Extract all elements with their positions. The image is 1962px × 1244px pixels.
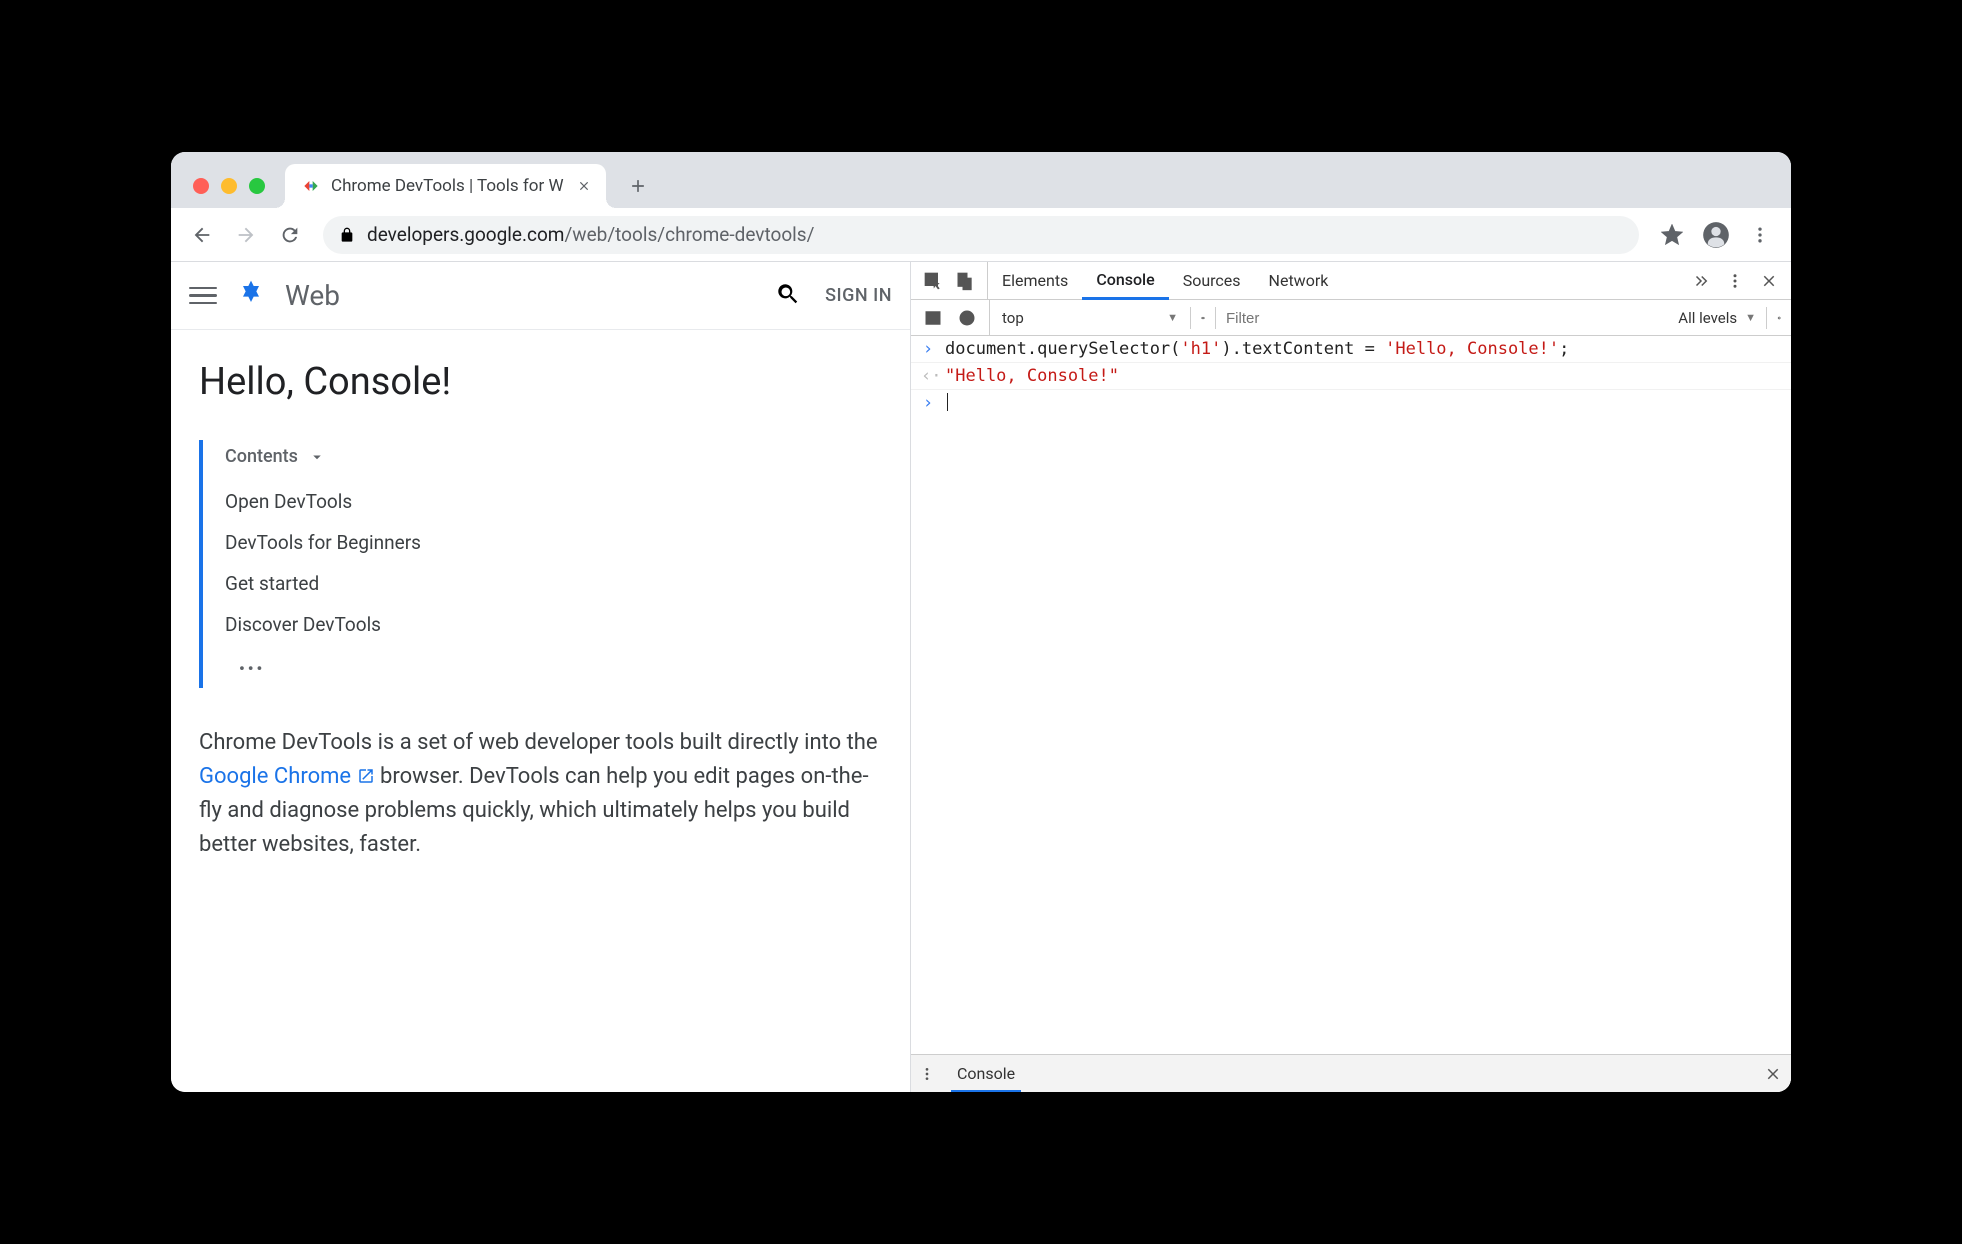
devtools-panel: Elements Console Sources Network xyxy=(911,262,1791,1092)
device-toolbar-button[interactable] xyxy=(953,269,977,293)
drawer-close-button[interactable] xyxy=(1755,1065,1791,1083)
sign-in-link[interactable]: SIGN IN xyxy=(825,285,892,306)
site-logo-icon[interactable] xyxy=(235,278,267,314)
browser-window: Chrome DevTools | Tools for W developers… xyxy=(171,152,1791,1092)
devtools-inspect-group xyxy=(911,262,988,299)
devtools-tab-bar: Elements Console Sources Network xyxy=(911,262,1791,300)
maximize-window-button[interactable] xyxy=(249,178,265,194)
context-value: top xyxy=(1002,309,1024,327)
console-toolbar: top ▼ All levels ▼ xyxy=(911,300,1791,336)
browser-tab[interactable]: Chrome DevTools | Tools for W xyxy=(285,164,606,208)
chevron-down-icon xyxy=(308,448,326,466)
live-expression-button[interactable] xyxy=(1191,306,1215,330)
console-input-line: › document.querySelector('h1').textConte… xyxy=(911,336,1791,363)
chevron-down-icon: ▼ xyxy=(1167,311,1178,324)
reload-button[interactable] xyxy=(271,216,309,254)
input-marker-icon: › xyxy=(921,339,935,359)
browser-menu-button[interactable] xyxy=(1741,216,1779,254)
devtools-menu-button[interactable] xyxy=(1721,267,1749,295)
tab-elements[interactable]: Elements xyxy=(988,262,1082,299)
hamburger-menu-button[interactable] xyxy=(189,282,217,310)
toc-item[interactable]: Open DevTools xyxy=(225,481,882,522)
tab-title: Chrome DevTools | Tools for W xyxy=(331,176,564,196)
tab-close-button[interactable] xyxy=(574,176,594,196)
chevron-down-icon: ▼ xyxy=(1745,311,1756,324)
body-text-pre: Chrome DevTools is a set of web develope… xyxy=(199,730,878,755)
account-button[interactable] xyxy=(1697,216,1735,254)
console-sidebar-toggle[interactable] xyxy=(921,306,945,330)
tab-sources[interactable]: Sources xyxy=(1169,262,1255,299)
page-content: Web SIGN IN Hello, Console! Contents Ope… xyxy=(171,262,911,1092)
page-header: Web SIGN IN xyxy=(171,262,910,330)
toc-label: Contents xyxy=(225,446,298,467)
address-bar[interactable]: developers.google.com/web/tools/chrome-d… xyxy=(323,216,1639,254)
log-levels-select[interactable]: All levels ▼ xyxy=(1668,309,1766,327)
toc-more-button[interactable]: ••• xyxy=(225,645,882,682)
tab-network[interactable]: Network xyxy=(1255,262,1343,299)
devtools-favicon xyxy=(301,176,321,196)
search-button[interactable] xyxy=(775,281,801,311)
drawer-tab-console[interactable]: Console xyxy=(943,1055,1029,1092)
body-paragraph: Chrome DevTools is a set of web develope… xyxy=(199,726,882,862)
console-result: "Hello, Console!" xyxy=(945,366,1781,386)
browser-toolbar: developers.google.com/web/tools/chrome-d… xyxy=(171,208,1791,262)
new-tab-button[interactable] xyxy=(620,168,656,204)
google-chrome-link[interactable]: Google Chrome xyxy=(199,764,375,789)
devtools-close-button[interactable] xyxy=(1755,267,1783,295)
toc-item[interactable]: DevTools for Beginners xyxy=(225,522,882,563)
more-tabs-button[interactable] xyxy=(1687,267,1715,295)
window-controls xyxy=(183,178,277,208)
filter-field[interactable] xyxy=(1226,310,1326,327)
execution-context-select[interactable]: top ▼ xyxy=(990,300,1190,335)
console-prompt[interactable] xyxy=(945,393,1781,413)
output-marker-icon: ‹· xyxy=(921,366,935,386)
minimize-window-button[interactable] xyxy=(221,178,237,194)
toc-item[interactable]: Discover DevTools xyxy=(225,604,882,645)
page-body: Hello, Console! Contents Open DevTools D… xyxy=(171,330,910,892)
lock-icon xyxy=(339,227,355,243)
url-host: developers.google.com xyxy=(367,223,564,246)
back-button[interactable] xyxy=(183,216,221,254)
url-text: developers.google.com/web/tools/chrome-d… xyxy=(367,223,814,246)
forward-button[interactable] xyxy=(227,216,265,254)
inspect-element-button[interactable] xyxy=(921,269,945,293)
external-link-icon xyxy=(357,767,375,785)
tab-strip: Chrome DevTools | Tools for W xyxy=(171,152,1791,208)
devtools-drawer: Console xyxy=(911,1054,1791,1092)
console-prompt-line[interactable]: › xyxy=(911,390,1791,416)
clear-console-button[interactable] xyxy=(955,306,979,330)
console-command: document.querySelector('h1').textContent… xyxy=(945,339,1781,359)
toc-header[interactable]: Contents xyxy=(225,446,882,467)
console-settings-button[interactable] xyxy=(1767,306,1791,330)
console-output[interactable]: › document.querySelector('h1').textConte… xyxy=(911,336,1791,1054)
close-window-button[interactable] xyxy=(193,178,209,194)
page-title: Hello, Console! xyxy=(199,360,882,404)
site-name[interactable]: Web xyxy=(285,279,340,312)
table-of-contents: Contents Open DevTools DevTools for Begi… xyxy=(199,440,882,688)
content-area: Web SIGN IN Hello, Console! Contents Ope… xyxy=(171,262,1791,1092)
levels-label: All levels xyxy=(1678,309,1737,327)
toc-item[interactable]: Get started xyxy=(225,563,882,604)
drawer-menu-button[interactable] xyxy=(911,1066,943,1082)
url-path: /web/tools/chrome-devtools/ xyxy=(564,223,814,246)
console-filter-input[interactable] xyxy=(1216,309,1336,327)
console-output-line: ‹· "Hello, Console!" xyxy=(911,363,1791,390)
bookmark-button[interactable] xyxy=(1653,216,1691,254)
tab-console[interactable]: Console xyxy=(1082,262,1168,300)
prompt-marker-icon: › xyxy=(921,393,935,413)
